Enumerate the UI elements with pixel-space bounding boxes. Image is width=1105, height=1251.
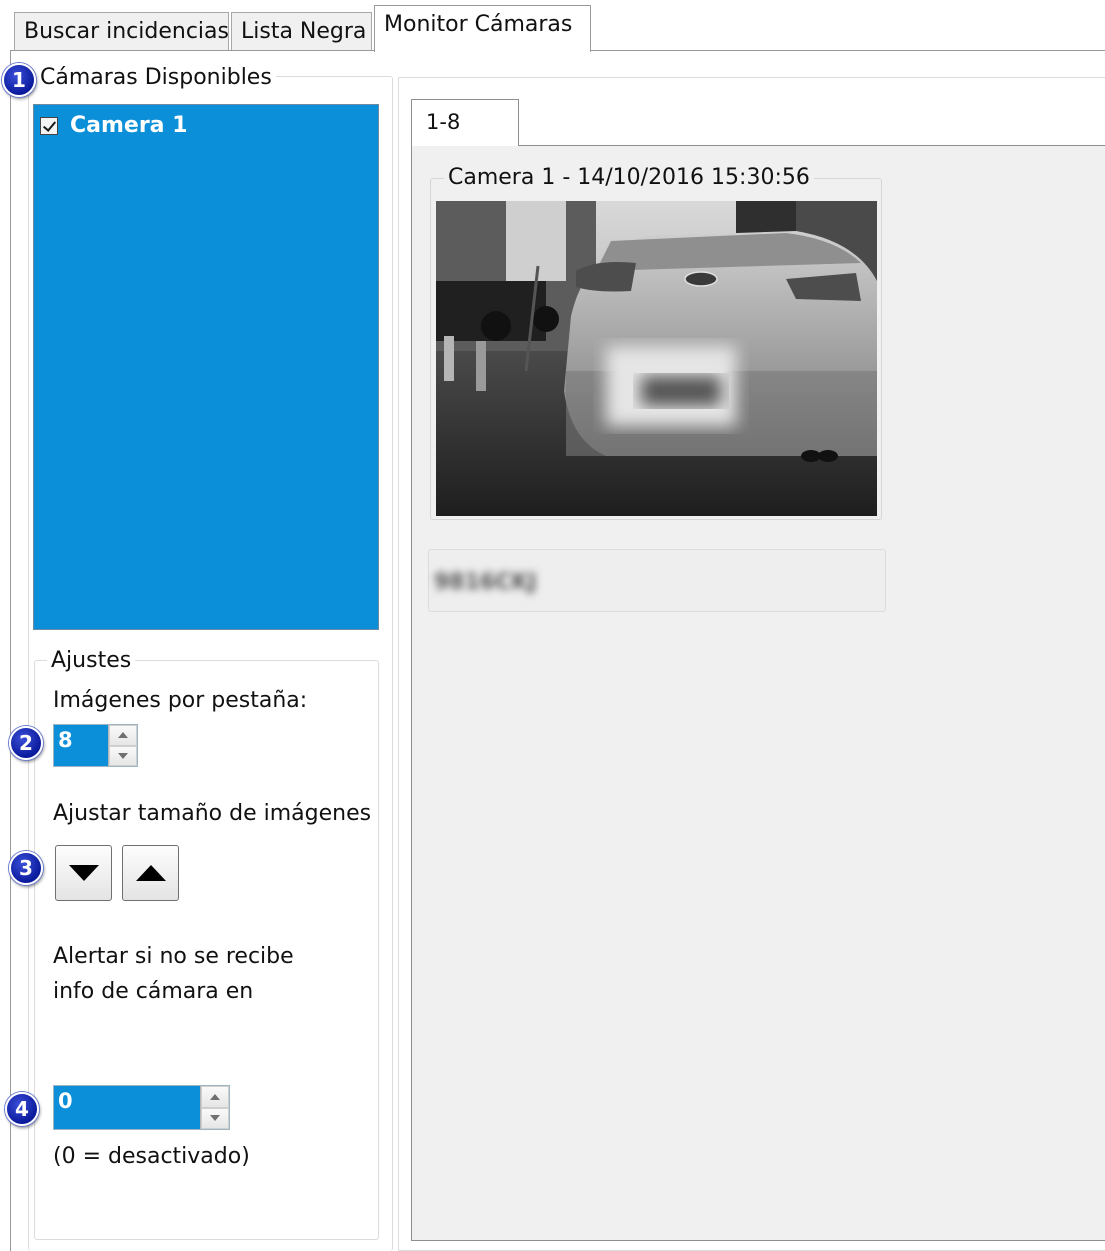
increase-image-size-button[interactable] [122, 845, 179, 901]
page-tab-strip-border [519, 145, 1105, 146]
alert-label-line2: info de cámara en [53, 979, 254, 1004]
triangle-down-icon [68, 865, 99, 881]
images-per-tab-stepper[interactable]: 8 [53, 724, 138, 767]
alert-timeout-up-button[interactable] [201, 1086, 229, 1108]
page-tab-1-8[interactable]: 1-8 [411, 99, 519, 146]
tab-lista-negra[interactable]: Lista Negra [231, 12, 372, 51]
cameras-group-title: Cámaras Disponibles [36, 65, 276, 91]
images-per-tab-spin-buttons [108, 725, 137, 766]
camera-checkbox[interactable] [40, 116, 58, 135]
camera-view-caption: Camera 1 - 14/10/2016 15:30:56 [444, 164, 814, 192]
alert-timeout-down-button[interactable] [201, 1107, 229, 1129]
resize-images-label: Ajustar tamaño de imágenes [53, 801, 372, 826]
camera-feed-drawing [436, 201, 877, 516]
camera-label: Camera 1 [70, 113, 188, 138]
alert-timeout-stepper[interactable]: 0 [53, 1085, 230, 1130]
badge-3: 3 [9, 851, 43, 885]
spin-up-icon [210, 1093, 220, 1100]
spin-up-icon [118, 732, 128, 739]
alert-timeout-value[interactable]: 0 [58, 1089, 73, 1113]
images-per-tab-up-button[interactable] [109, 725, 137, 746]
plate-readout-text: 9816CKJ [434, 570, 537, 595]
images-per-tab-down-button[interactable] [109, 745, 137, 766]
camera-list-item[interactable]: Camera 1 [40, 113, 188, 138]
images-per-tab-value[interactable]: 8 [58, 728, 73, 752]
tab-monitor-camaras[interactable]: Monitor Cámaras [374, 5, 591, 52]
alert-disabled-note: (0 = desactivado) [53, 1144, 250, 1169]
tab-content-border [10, 50, 11, 1251]
alert-timeout-spin-buttons [200, 1086, 229, 1129]
badge-4: 4 [5, 1092, 39, 1126]
spin-down-icon [210, 1115, 220, 1122]
badge-2: 2 [9, 726, 43, 760]
camera-list[interactable]: Camera 1 [33, 104, 379, 630]
alert-label-line1: Alertar si no se recibe [53, 944, 294, 969]
badge-1: 1 [2, 63, 36, 97]
triangle-up-icon [135, 865, 166, 881]
camera-feed-image[interactable] [436, 201, 877, 516]
spin-down-icon [118, 752, 128, 759]
tab-buscar-incidencias[interactable]: Buscar incidencias [14, 12, 229, 51]
settings-group-title: Ajustes [47, 648, 136, 674]
decrease-image-size-button[interactable] [55, 845, 112, 901]
images-per-tab-label: Imágenes por pestaña: [53, 688, 308, 713]
